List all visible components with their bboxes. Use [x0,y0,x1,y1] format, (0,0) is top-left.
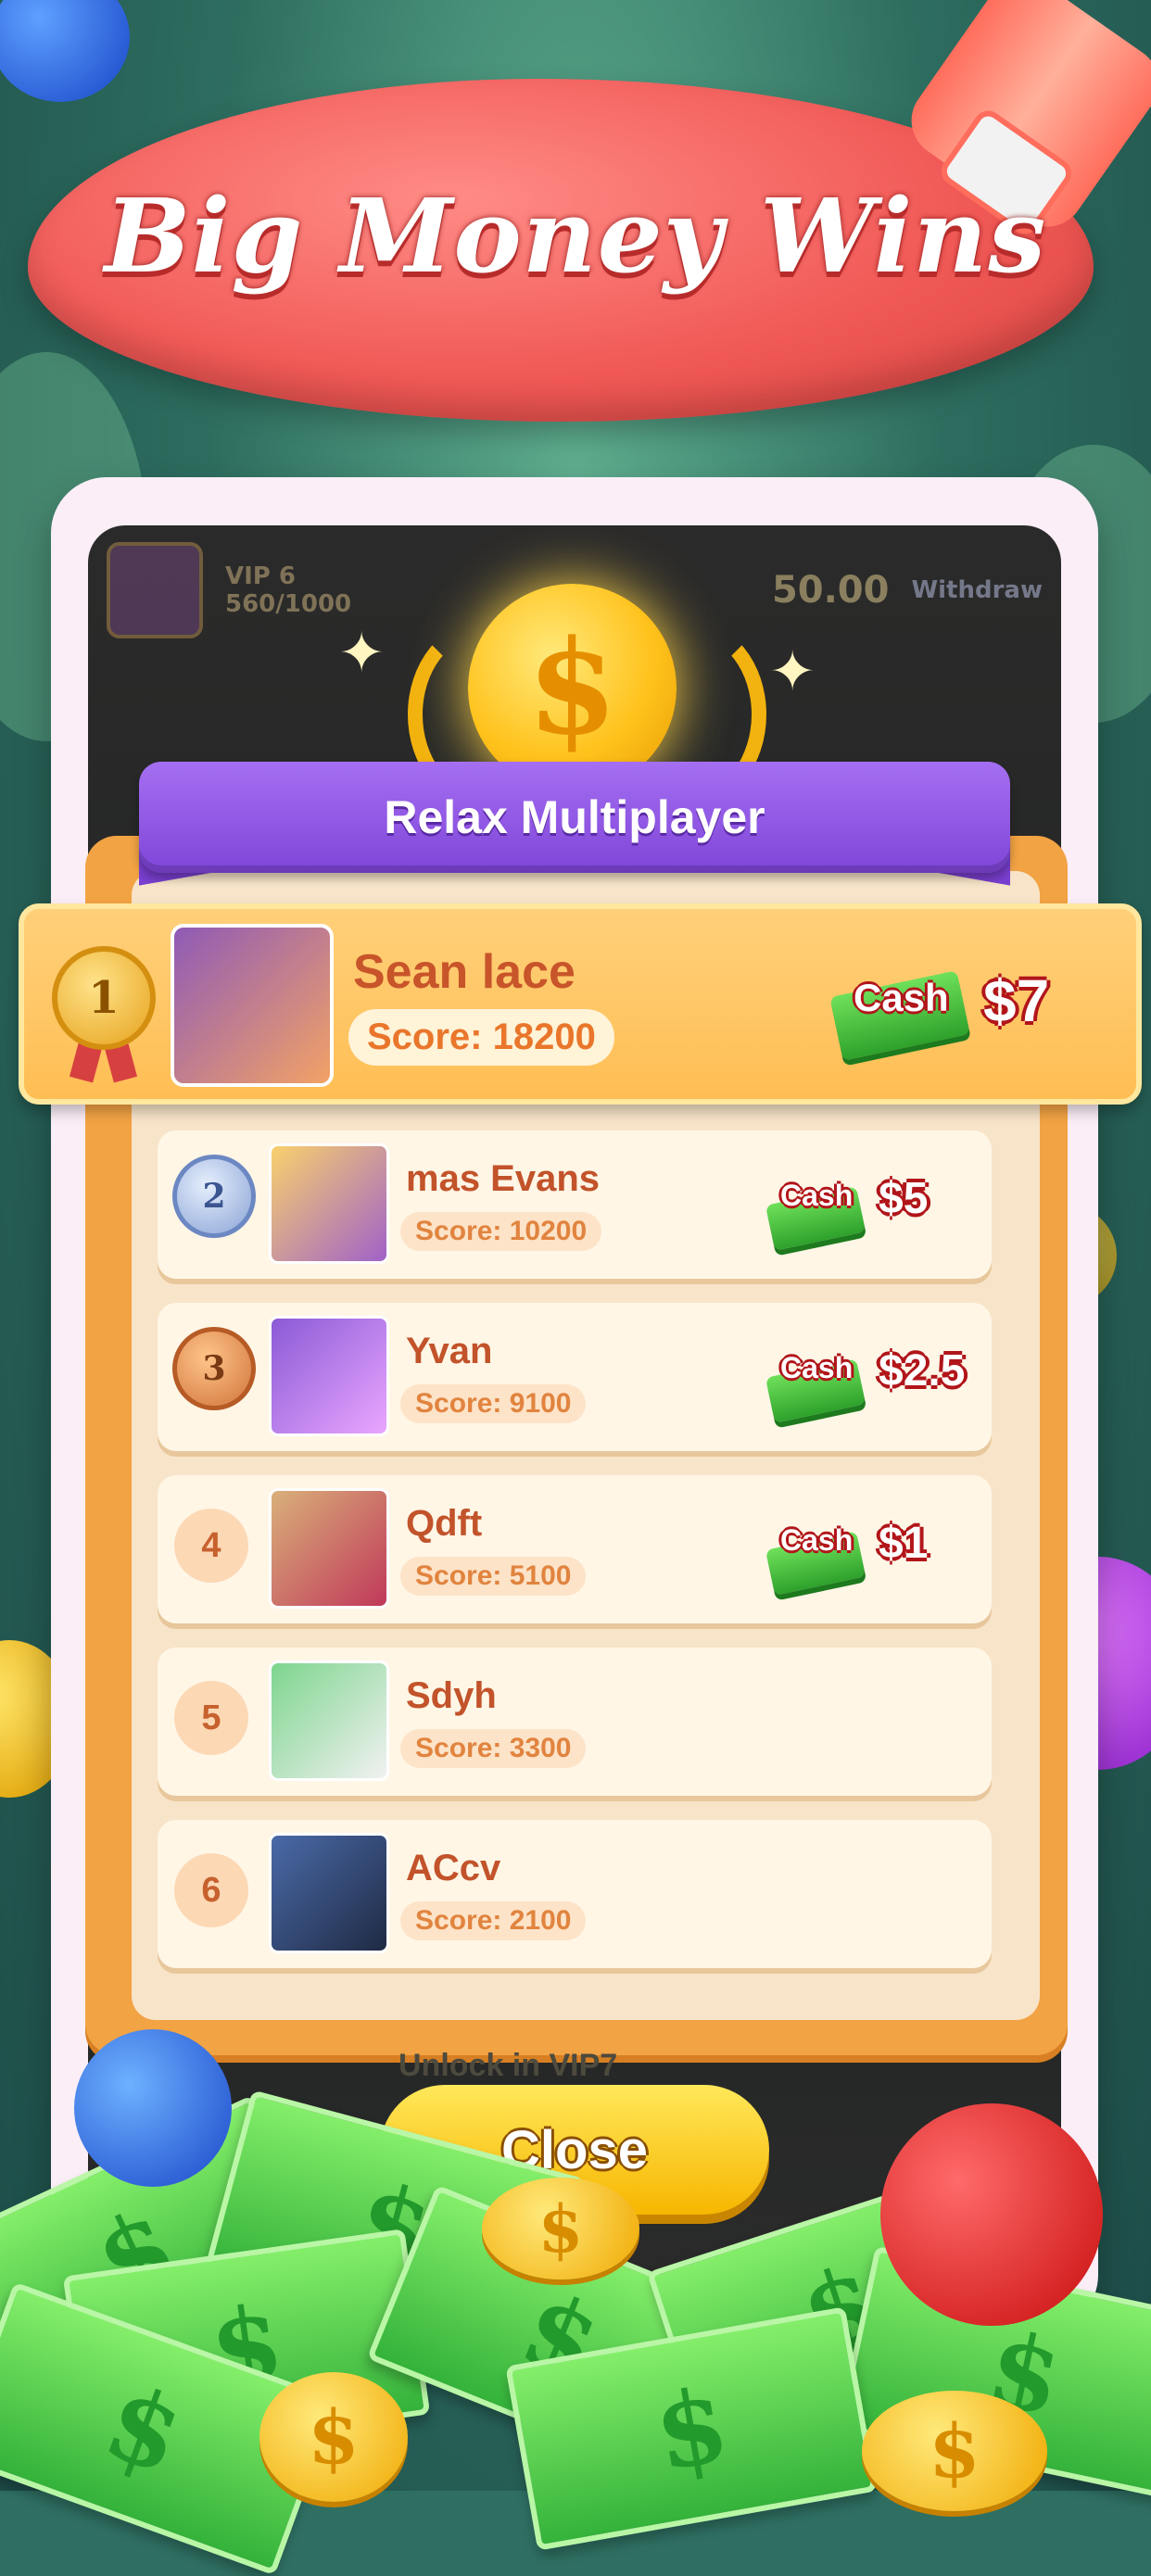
prize-amount: $1 [879,1519,929,1568]
gold-coin-decor: $ [259,2372,408,2502]
cash-label: Cash [854,976,949,1019]
unlock-vip-text: Unlock in VIP7 [398,2048,618,2083]
player-name: Sdyh [406,1675,497,1716]
vip-progress: 560/1000 [225,590,352,618]
player-name: Qdft [406,1503,483,1544]
cash-label: Cash [780,1351,854,1384]
sparkle-icon: ✦ [769,639,816,704]
rank-number: 5 [174,1681,248,1755]
player-score: Score: 2100 [400,1901,587,1940]
leaderboard-row: 4 Qdft Score: 5100 Cash $1 [158,1475,992,1623]
player-score: Score: 3300 [400,1729,587,1768]
rank-number: 6 [174,1853,248,1927]
player-score: Score: 10200 [400,1212,602,1251]
player-score: Score: 5100 [400,1557,587,1596]
leaderboard-row: 3 Yvan Score: 9100 Cash $2.5 [158,1303,992,1451]
player-name: mas Evans [406,1158,601,1199]
sparkle-icon: ✦ [338,621,386,686]
balance: 50.00 [771,569,890,612]
vip-status[interactable]: VIP 6 560/1000 [225,562,351,618]
rank-number: 4 [174,1509,248,1583]
avatar [269,1661,389,1781]
cash-label: Cash [780,1179,854,1212]
mode-ribbon: Relax Multiplayer [139,762,1010,873]
player-name: Sean lace [353,945,576,999]
vip-level: VIP 6 [225,562,296,590]
mode-title: Relax Multiplayer [384,791,765,843]
gold-medal-icon: 1 [52,946,156,1050]
prize-amount: $5 [879,1174,929,1223]
avatar [269,1316,389,1436]
leaderboard-row: 6 ACcv Score: 2100 [158,1820,992,1968]
player-name: Yvan [406,1331,493,1371]
avatar [171,924,334,1087]
gold-coin-decor: $ [862,2391,1047,2511]
prize-amount: $7 [983,967,1050,1034]
red-ball-decor [880,2103,1103,2326]
silver-medal-icon: 2 [172,1155,256,1238]
cash-label: Cash [780,1523,854,1557]
player-avatar[interactable] [107,542,203,638]
bronze-medal-icon: 3 [172,1327,256,1410]
avatar [269,1833,389,1953]
leaderboard-row: 5 Sdyh Score: 3300 [158,1648,992,1796]
blue-ball-decor [74,2029,232,2187]
leaderboard-row: 2 mas Evans Score: 10200 Cash $5 [158,1130,992,1279]
first-place-row: 1 Sean lace Score: 18200 Cash $7 [19,903,1142,1105]
prize-amount: $2.5 [879,1346,966,1395]
player-score: Score: 18200 [348,1009,614,1066]
avatar [269,1143,389,1264]
headline: Big Money Wins [104,176,1047,296]
gold-coin-decor: $ [482,2178,639,2279]
player-name: ACcv [406,1848,501,1888]
player-score: Score: 9100 [400,1384,587,1423]
avatar [269,1488,389,1609]
withdraw-button[interactable]: Withdraw [911,576,1043,604]
